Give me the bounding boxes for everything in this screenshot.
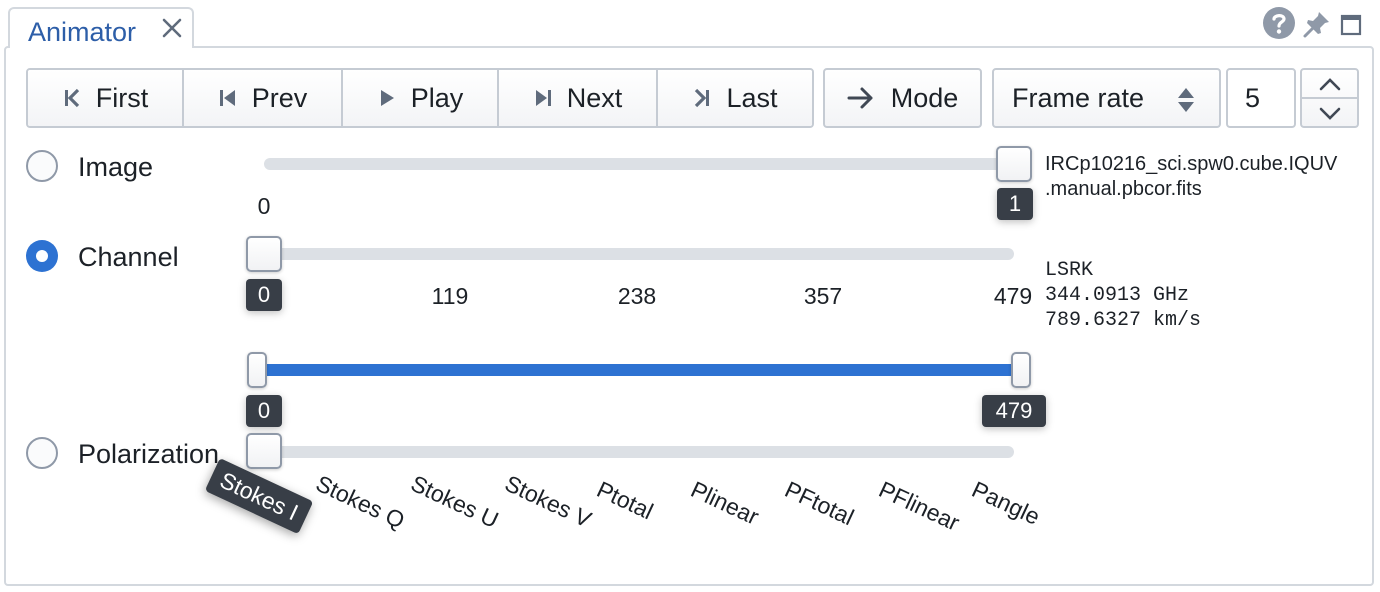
last-icon xyxy=(695,88,710,108)
image-value-badge: 1 xyxy=(997,188,1033,220)
panel-header-controls xyxy=(1262,6,1362,40)
frame-rate-select[interactable]: Frame rate xyxy=(992,68,1221,128)
channel-label: Channel xyxy=(78,242,179,272)
polarization-radio[interactable] xyxy=(26,437,58,469)
prev-label: Prev xyxy=(251,82,308,113)
decrement-button[interactable] xyxy=(1302,99,1357,126)
range-min-handle[interactable] xyxy=(247,352,267,388)
channel-tick: 357 xyxy=(803,283,843,309)
play-icon xyxy=(380,90,394,106)
channel-frequency: 344.0913 GHz xyxy=(1045,284,1190,307)
range-max-badge: 479 xyxy=(982,395,1046,427)
help-icon[interactable] xyxy=(1262,6,1296,40)
image-slider-track[interactable] xyxy=(264,158,1014,170)
image-slider-handle[interactable] xyxy=(996,146,1032,182)
close-icon[interactable] xyxy=(160,16,184,40)
frame-rate-label: Frame rate xyxy=(1012,82,1145,113)
prev-button[interactable]: Prev xyxy=(184,70,343,126)
channel-frame: LSRK xyxy=(1045,259,1094,282)
frame-rate-input[interactable]: 5 xyxy=(1226,68,1296,128)
image-min-tick: 0 xyxy=(257,193,271,219)
arrow-right-icon xyxy=(847,87,873,109)
polarization-label: Polarization xyxy=(78,439,220,469)
maximize-icon[interactable] xyxy=(1340,14,1362,36)
playback-controls: First Prev Play Next Last xyxy=(26,68,814,128)
image-label: Image xyxy=(78,152,154,182)
channel-slider-track[interactable] xyxy=(264,248,1014,260)
polarization-slider-track[interactable] xyxy=(264,446,1014,458)
range-min-badge: 0 xyxy=(246,395,282,427)
channel-tick: 119 xyxy=(431,283,469,309)
tab-title: Animator xyxy=(28,17,137,47)
polarization-slider-handle[interactable] xyxy=(246,433,282,469)
animator-tab[interactable]: Animator xyxy=(8,7,194,48)
frame-rate-value: 5 xyxy=(1245,82,1261,113)
chevron-down-icon xyxy=(1319,107,1340,120)
last-button[interactable]: Last xyxy=(658,70,812,126)
image-filename-line1: IRCp10216_sci.spw0.cube.IQUV xyxy=(1045,153,1338,175)
play-button[interactable]: Play xyxy=(343,70,499,126)
pin-icon[interactable] xyxy=(1302,9,1332,39)
mode-label: Mode xyxy=(890,82,959,113)
play-label: Play xyxy=(410,82,464,113)
channel-tick: 479 xyxy=(993,283,1033,309)
channel-slider-handle[interactable] xyxy=(246,236,282,272)
channel-velocity: 789.6327 km/s xyxy=(1045,309,1202,332)
range-slider-fill xyxy=(266,364,1014,376)
next-label: Next xyxy=(566,82,623,113)
channel-value-badge: 0 xyxy=(246,279,282,311)
first-icon xyxy=(64,88,79,108)
first-label: First xyxy=(95,82,149,113)
frame-rate-stepper xyxy=(1300,68,1359,128)
prev-icon xyxy=(219,90,235,106)
image-filename: IRCp10216_sci.spw0.cube.IQUV .manual.pbc… xyxy=(1045,152,1337,202)
first-button[interactable]: First xyxy=(28,70,184,126)
channel-coordinate-info: LSRK 344.0913 GHz 789.6327 km/s xyxy=(1045,258,1201,333)
next-icon xyxy=(535,90,551,106)
mode-button[interactable]: Mode xyxy=(823,68,982,128)
channel-radio[interactable] xyxy=(26,240,58,272)
range-max-handle[interactable] xyxy=(1011,352,1031,388)
channel-tick: 238 xyxy=(617,283,657,309)
increment-button[interactable] xyxy=(1302,70,1357,99)
image-radio[interactable] xyxy=(26,150,58,182)
image-filename-line2: .manual.pbcor.fits xyxy=(1045,178,1202,200)
last-label: Last xyxy=(726,82,778,113)
next-button[interactable]: Next xyxy=(499,70,658,126)
double-caret-icon xyxy=(1178,88,1194,112)
chevron-up-icon xyxy=(1319,77,1340,90)
